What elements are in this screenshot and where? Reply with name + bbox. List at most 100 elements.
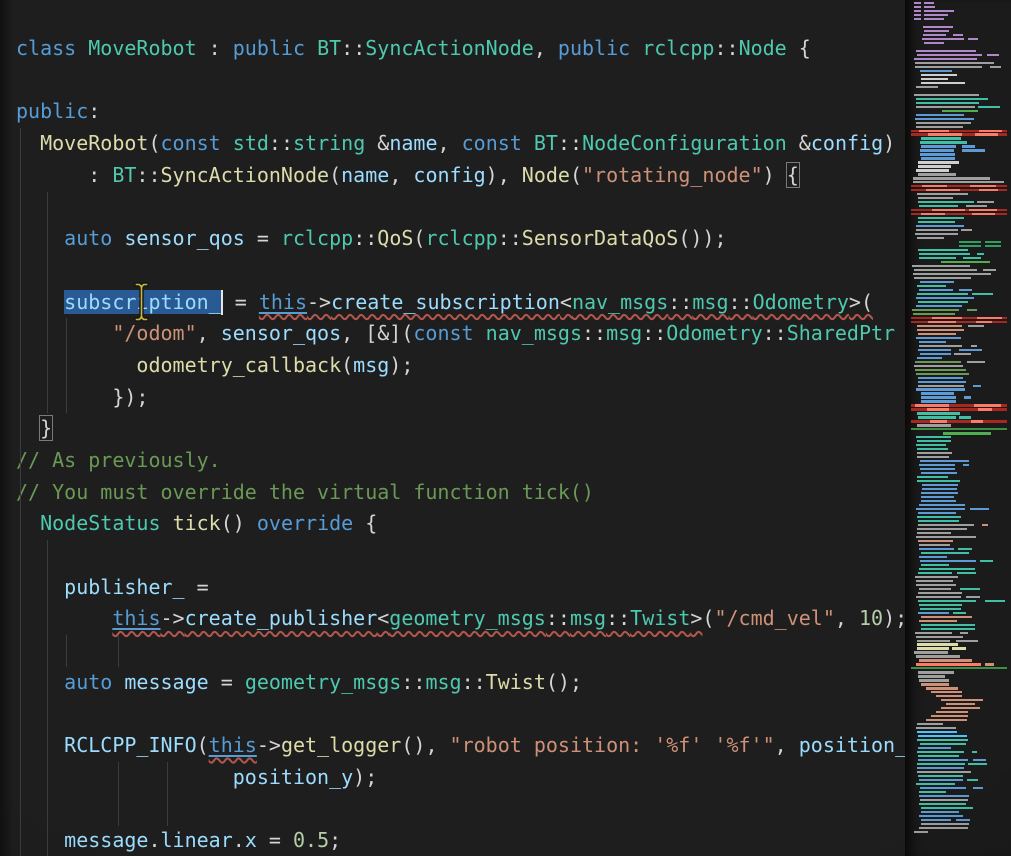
minimap-segment — [919, 568, 975, 570]
minimap-line — [911, 293, 1007, 295]
code-token: ( — [702, 606, 714, 630]
minimap-line — [911, 743, 1007, 745]
code-token: ); — [389, 353, 413, 377]
minimap-segment — [918, 249, 968, 251]
code-token: msg — [692, 290, 728, 314]
minimap-line — [911, 74, 1007, 76]
code-token: ); — [353, 765, 377, 789]
minimap-segment — [985, 241, 1001, 243]
code-token: name — [389, 131, 437, 155]
minimap-segment — [916, 388, 965, 390]
minimap-line — [911, 504, 1007, 506]
minimap-segment — [921, 552, 969, 554]
minimap-segment — [918, 161, 959, 163]
minimap-line — [911, 149, 1007, 151]
minimap-line — [911, 309, 1007, 311]
minimap-segment — [918, 540, 953, 542]
minimap-segment — [916, 229, 958, 231]
minimap-line — [911, 157, 1007, 159]
code-token — [16, 290, 64, 314]
minimap-segment — [916, 86, 938, 88]
minimap-line — [911, 313, 1007, 315]
minimap-segment — [926, 189, 960, 191]
minimap-segment — [962, 149, 985, 151]
minimap-segment — [916, 126, 963, 128]
code-token: QoS — [377, 226, 413, 250]
minimap-line — [911, 404, 1007, 406]
minimap-segment — [918, 524, 973, 526]
minimap-segment — [919, 253, 970, 255]
minimap-line — [911, 126, 1007, 128]
code-token: 10 — [859, 606, 883, 630]
minimap-segment — [918, 197, 953, 199]
minimap-segment — [983, 269, 996, 271]
minimap-line — [911, 42, 1007, 44]
minimap-segment — [913, 177, 991, 179]
minimap-segment — [915, 369, 965, 371]
code-token: nav_msgs — [486, 321, 582, 345]
minimap-segment — [917, 763, 965, 765]
bracket-match: } — [40, 416, 52, 440]
code-token: message — [64, 828, 148, 852]
minimap-segment — [918, 165, 952, 167]
minimap-line — [911, 245, 1007, 247]
code-line: public: — [16, 96, 905, 128]
code-line: this->create_publisher<geometry_msgs::ms… — [16, 603, 905, 635]
minimap-line — [911, 58, 1007, 60]
minimap-segment — [924, 2, 934, 4]
code-token — [16, 670, 64, 694]
code-area[interactable]: class MoveRobot : public BT::SyncActionN… — [0, 0, 905, 856]
minimap-line — [911, 699, 1007, 701]
code-token: Node — [522, 163, 570, 187]
minimap-segment — [973, 385, 982, 387]
minimap-line — [911, 823, 1007, 825]
minimap-line — [911, 408, 1007, 410]
code-token: MoveRobot — [88, 36, 196, 60]
minimap-segment — [921, 807, 973, 809]
minimap-segment — [917, 751, 964, 753]
code-token: // As previously. — [16, 448, 221, 472]
code-token: subscription_ — [64, 290, 221, 314]
minimap-segment — [957, 572, 976, 574]
minimap-line — [911, 596, 1007, 598]
minimap-line — [911, 14, 1007, 16]
minimap-line — [911, 580, 1007, 582]
minimap-segment — [917, 54, 982, 56]
code-token: ( — [329, 163, 341, 187]
minimap-segment — [920, 608, 960, 610]
code-token: , — [835, 606, 859, 630]
minimap-segment — [914, 14, 921, 16]
minimap-segment — [919, 679, 950, 681]
minimap-segment — [916, 580, 953, 582]
minimap-segment — [917, 357, 942, 359]
minimap-segment — [987, 54, 1000, 56]
code-line — [16, 65, 905, 97]
minimap-segment — [920, 460, 969, 462]
code-token — [221, 131, 233, 155]
minimap-line — [911, 512, 1007, 514]
code-token — [112, 670, 124, 694]
minimap-segment — [953, 34, 963, 36]
code-token: { — [787, 36, 811, 60]
minimap-line — [911, 528, 1007, 530]
minimap-line — [911, 193, 1007, 195]
minimap-segment — [920, 149, 954, 151]
minimap-segment — [919, 659, 973, 661]
bracket-match: { — [787, 163, 799, 187]
minimap-line — [911, 94, 1007, 96]
minimap-segment — [969, 209, 997, 211]
code-line: RCLCPP_INFO(this->get_logger(), "robot p… — [16, 730, 905, 762]
minimap-line — [911, 711, 1007, 713]
code-token: BT — [534, 131, 558, 155]
minimap-line — [911, 683, 1007, 685]
minimap-line — [911, 779, 1007, 781]
minimap[interactable] — [905, 0, 1011, 856]
minimap-segment — [924, 30, 949, 32]
code-token: SharedPtr — [787, 321, 895, 345]
code-token: : — [88, 99, 100, 123]
minimap-segment — [921, 74, 957, 76]
code-token — [161, 511, 173, 535]
minimap-line — [911, 643, 1007, 645]
minimap-segment — [954, 353, 972, 355]
minimap-segment — [911, 667, 1007, 669]
